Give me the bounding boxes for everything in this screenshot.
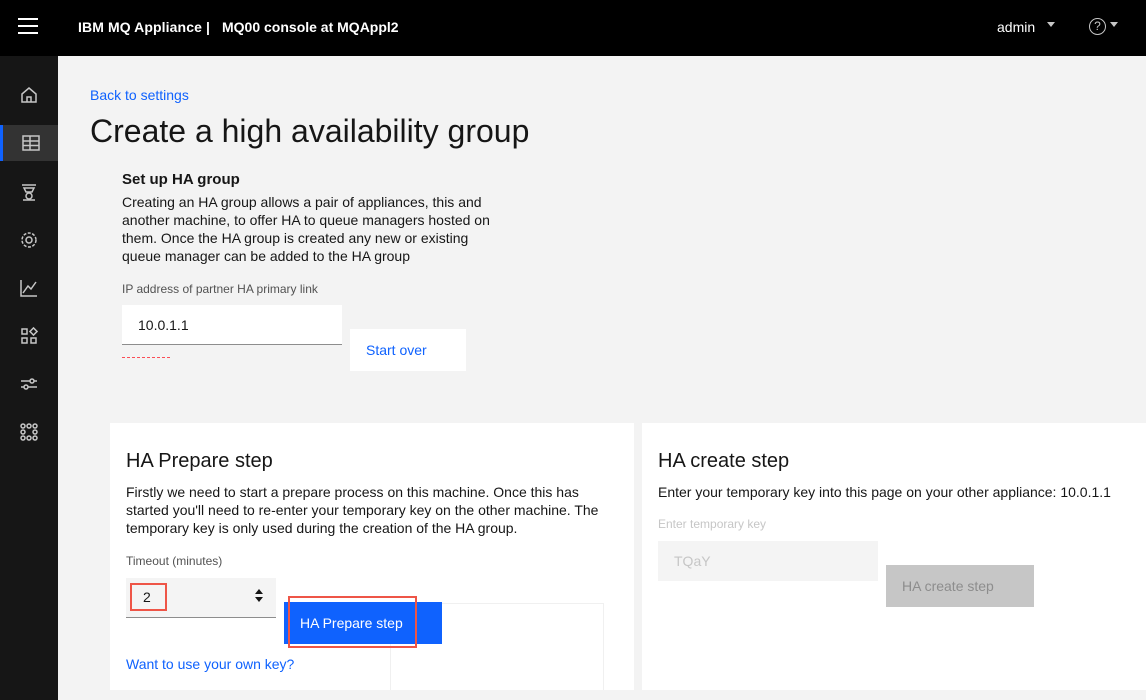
decrement-icon[interactable] <box>255 597 263 602</box>
home-icon <box>21 87 37 103</box>
sliders-icon <box>21 378 37 390</box>
network-icon <box>20 423 38 441</box>
nav-queue-manager[interactable] <box>0 174 58 210</box>
ip-address-label: IP address of partner HA primary link <box>122 282 318 296</box>
temporary-key-input[interactable] <box>658 541 878 581</box>
sidebar <box>0 56 58 700</box>
page-title: Create a high availability group <box>90 113 530 149</box>
ha-prepare-button[interactable]: HA Prepare step <box>284 602 442 644</box>
console-title: MQ00 console at MQAppl2 <box>222 19 399 35</box>
nav-settings[interactable] <box>0 222 58 258</box>
back-to-settings-link[interactable]: Back to settings <box>90 87 189 103</box>
user-menu[interactable]: admin <box>997 19 1035 35</box>
hamburger-menu-icon[interactable] <box>18 18 38 36</box>
gear-icon <box>21 232 37 248</box>
start-over-button[interactable]: Start over <box>350 329 466 371</box>
help-icon[interactable]: ? <box>1089 18 1106 35</box>
brand-separator: | <box>206 19 210 35</box>
nav-sliders[interactable] <box>0 366 58 402</box>
setup-description: Creating an HA group allows a pair of ap… <box>122 194 490 264</box>
timeout-value[interactable]: 2 <box>130 583 167 611</box>
apps-icon <box>21 326 39 344</box>
ha-create-title: HA create step <box>658 450 790 472</box>
timeout-stepper[interactable] <box>255 589 265 607</box>
chart-icon <box>20 280 37 297</box>
nav-charts[interactable] <box>0 270 58 306</box>
user-caret-icon[interactable] <box>1047 22 1055 27</box>
use-own-key-link[interactable]: Want to use your own key? <box>126 656 294 672</box>
nav-home[interactable] <box>0 77 58 113</box>
top-header: IBM MQ Appliance | MQ00 console at MQApp… <box>0 0 1146 56</box>
timeout-label: Timeout (minutes) <box>126 554 223 568</box>
ha-create-description: Enter your temporary key into this page … <box>658 484 1111 500</box>
increment-icon[interactable] <box>255 589 263 594</box>
setup-heading: Set up HA group <box>122 171 240 188</box>
table-icon <box>21 135 40 151</box>
ip-validation-indicator <box>122 357 170 358</box>
ha-prepare-title: HA Prepare step <box>126 450 273 472</box>
nav-table[interactable] <box>0 125 58 161</box>
queue-manager-icon <box>22 184 36 201</box>
ha-create-button[interactable]: HA create step <box>886 565 1034 607</box>
temporary-key-label: Enter temporary key <box>658 517 767 531</box>
brand-name: IBM MQ Appliance <box>78 19 202 35</box>
help-caret-icon[interactable] <box>1110 22 1118 27</box>
nav-network[interactable] <box>0 414 58 450</box>
ip-address-input[interactable] <box>122 305 342 345</box>
ha-prepare-description: Firstly we need to start a prepare proce… <box>126 484 599 536</box>
nav-apps[interactable] <box>0 318 58 354</box>
